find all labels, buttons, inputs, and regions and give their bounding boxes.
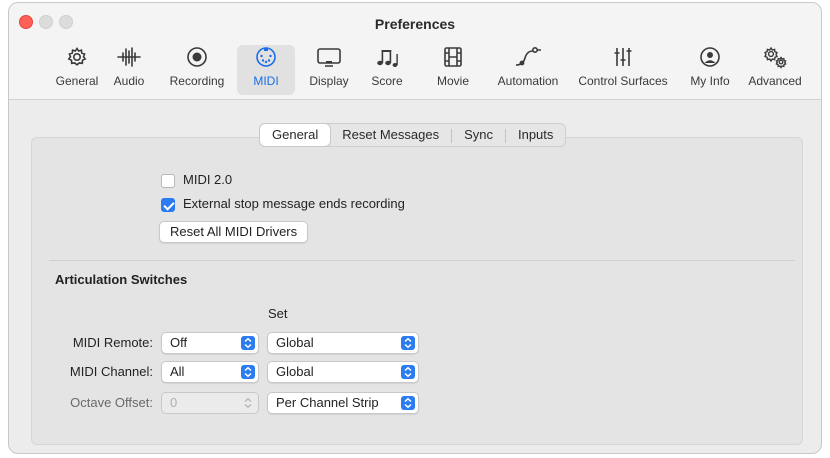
preferences-window: Preferences General Audio Recording MIDI… [8,2,822,454]
chevron-updown-icon [241,365,255,379]
midi-remote-label: MIDI Remote: [72,335,153,350]
midi-channel-popup[interactable]: All [161,361,259,383]
popup-value: 0 [170,395,178,410]
toolbar-item-label: General [55,74,99,88]
preferences-toolbar: General Audio Recording MIDI Display Sco… [9,41,821,97]
toolbar-item-label: Display [309,74,349,88]
toolbar-item-label: Audio [113,74,145,88]
toolbar-item-label: Recording [169,74,225,88]
toolbar-item-general[interactable]: General [49,45,105,95]
toolbar-item-label: Advanced [748,74,802,88]
octave-offset-set-popup[interactable]: Per Channel Strip [267,392,419,414]
preferences-tabs: General Reset Messages Sync Inputs [259,123,567,147]
waveform-icon [109,45,149,69]
external-stop-checkbox[interactable] [161,198,175,212]
chevron-updown-icon [241,336,255,350]
film-icon [429,45,477,69]
external-stop-label: External stop message ends recording [183,196,405,211]
tab-general[interactable]: General [260,124,331,146]
tab-reset-messages[interactable]: Reset Messages [330,124,451,146]
toolbar-item-audio[interactable]: Audio [109,45,149,95]
tab-inputs[interactable]: Inputs [506,124,565,146]
music-notes-icon [365,45,409,69]
midi-2-checkbox[interactable] [161,174,175,188]
gears-icon [743,45,807,69]
midi-remote-popup[interactable]: Off [161,332,259,354]
toolbar-item-control-surfaces[interactable]: Control Surfaces [571,45,675,95]
automation-curve-icon [493,45,563,69]
toolbar-item-advanced[interactable]: Advanced [743,45,807,95]
set-column-header: Set [268,306,288,321]
toolbar-item-label: Control Surfaces [578,74,668,88]
reset-all-midi-drivers-button[interactable]: Reset All MIDI Drivers [159,221,309,243]
midi-connector-icon [237,45,295,69]
toolbar-item-label: Movie [436,74,469,88]
toolbar-item-recording[interactable]: Recording [161,45,233,95]
chevron-updown-icon [401,365,415,379]
popup-value: Global [276,364,314,379]
popup-value: Off [170,335,188,350]
tab-sync[interactable]: Sync [452,124,505,146]
person-icon [685,45,735,69]
toolbar-item-movie[interactable]: Movie [429,45,477,95]
toolbar-item-display[interactable]: Display [303,45,355,95]
toolbar-item-label: MIDI [253,74,279,88]
octave-offset-label: Octave Offset: [70,395,153,410]
toolbar-item-label: Automation [497,74,559,88]
toolbar-item-automation[interactable]: Automation [493,45,563,95]
midi-channel-label: MIDI Channel: [69,364,153,379]
midi-channel-set-popup[interactable]: Global [267,361,419,383]
octave-offset-stepper: 0 [161,392,259,414]
toolbar-item-midi[interactable]: MIDI [237,45,295,95]
titlebar: Preferences General Audio Recording MIDI… [9,3,821,100]
popup-value: Per Channel Strip [276,395,379,410]
display-icon [303,45,355,69]
section-divider [49,260,795,261]
popup-value: Global [276,335,314,350]
window-title: Preferences [374,16,456,32]
chevron-updown-icon [401,396,415,410]
toolbar-item-label: My Info [690,74,730,88]
articulation-switches-heading: Articulation Switches [55,272,188,287]
chevron-updown-icon [401,336,415,350]
midi-remote-set-popup[interactable]: Global [267,332,419,354]
popup-value: All [170,364,185,379]
faders-icon [571,45,675,69]
toolbar-item-my-info[interactable]: My Info [685,45,735,95]
toolbar-item-label: Score [371,74,403,88]
chevron-updown-icon [241,396,255,410]
toolbar-item-score[interactable]: Score [365,45,409,95]
midi-2-label: MIDI 2.0 [183,172,233,187]
gear-icon [49,45,105,69]
record-icon [161,45,233,69]
